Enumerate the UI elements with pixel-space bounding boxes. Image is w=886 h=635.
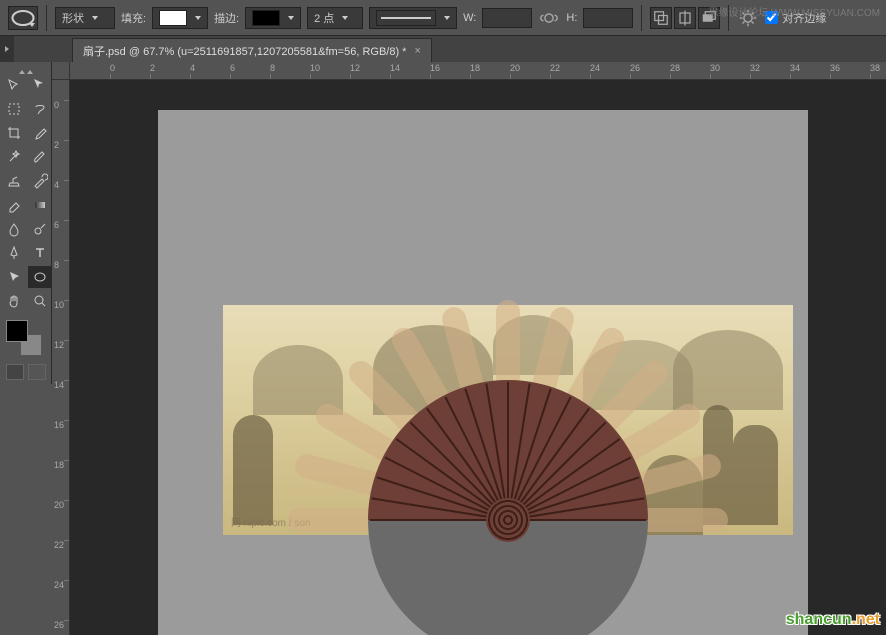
brush-tool[interactable] <box>28 146 52 168</box>
foreground-color-swatch[interactable] <box>6 320 28 342</box>
ellipse-icon <box>9 4 37 32</box>
document-tab-bar: 扇子.psd @ 67.7% (u=2511691857,1207205581&… <box>0 36 886 62</box>
hand-tool[interactable] <box>2 290 26 312</box>
pen-tool[interactable] <box>2 242 26 264</box>
stroke-style-dropdown[interactable] <box>369 7 457 29</box>
toolbox <box>0 62 52 384</box>
shape-mode-label: 形状 <box>62 10 84 26</box>
width-input[interactable] <box>482 8 532 28</box>
watermark-top: 思缘设计论坛 WWW.MISSYUAN.COM <box>708 4 880 19</box>
screenmode-button[interactable] <box>28 364 46 380</box>
watermark-brand: shancun <box>786 611 852 628</box>
ruler-vertical[interactable]: 02468101214161820222426 <box>52 80 70 635</box>
tool-preset-picker[interactable] <box>8 6 38 30</box>
align-icon <box>675 8 695 28</box>
ruler-origin[interactable] <box>52 62 70 80</box>
tab-close-button[interactable]: × <box>414 45 420 57</box>
options-bar: 形状 填充: 描边: 2 点 W: H: 对齐边缘 思缘设计论坛 WWW.MIS… <box>0 0 886 36</box>
history-brush-tool[interactable] <box>28 170 52 192</box>
shape-tool[interactable] <box>28 266 52 288</box>
path-combine-button[interactable] <box>650 7 672 29</box>
watermark-logo: shancun.net <box>786 611 880 629</box>
gradient-tool[interactable] <box>28 194 52 216</box>
dodge-tool[interactable] <box>28 218 52 240</box>
shape-mode-dropdown[interactable]: 形状 <box>55 7 115 29</box>
fill-label: 填充: <box>121 10 146 26</box>
painting-image: 网 nipic.com / son <box>223 305 793 535</box>
stroke-swatch <box>252 10 280 26</box>
eraser-tool[interactable] <box>2 194 26 216</box>
marquee-tool[interactable] <box>2 98 26 120</box>
painting-watermark: 网 nipic.com / son <box>231 514 310 529</box>
clone-stamp-tool[interactable] <box>2 170 26 192</box>
path-select-tool[interactable] <box>2 266 26 288</box>
type-tool[interactable] <box>28 242 52 264</box>
path-align-button[interactable] <box>674 7 696 29</box>
artboard-tool[interactable] <box>28 74 52 96</box>
fill-swatch-dropdown[interactable] <box>152 7 208 29</box>
magic-wand-tool[interactable] <box>2 146 26 168</box>
eyedropper-tool[interactable] <box>28 122 52 144</box>
lasso-tool[interactable] <box>28 98 52 120</box>
quickmask-button[interactable] <box>6 364 24 380</box>
tab-expand-button[interactable] <box>0 36 14 62</box>
blur-tool[interactable] <box>2 218 26 240</box>
stroke-swatch-dropdown[interactable] <box>245 7 301 29</box>
stroke-label: 描边: <box>214 10 239 26</box>
canvas-area[interactable]: 网 nipic.com / son <box>70 80 886 635</box>
artboard: 网 nipic.com / son <box>158 110 808 635</box>
combine-icon <box>651 8 671 28</box>
document-tab-title: 扇子.psd @ 67.7% (u=2511691857,1207205581&… <box>83 43 406 59</box>
ruler-horizontal[interactable]: 02468101214161820222426283032343638 <box>70 62 886 80</box>
workspace: 02468101214161820222426283032343638 0246… <box>52 62 886 635</box>
divider <box>46 5 47 31</box>
color-swatches[interactable] <box>6 320 42 356</box>
stroke-width-dropdown[interactable]: 2 点 <box>307 7 363 29</box>
move-tool[interactable] <box>2 74 26 96</box>
watermark-suffix: .net <box>852 611 880 628</box>
toolbox-collapse[interactable] <box>2 66 49 74</box>
zoom-tool[interactable] <box>28 290 52 312</box>
height-label: H: <box>566 12 577 24</box>
document-tab[interactable]: 扇子.psd @ 67.7% (u=2511691857,1207205581&… <box>72 38 432 62</box>
link-wh-icon[interactable] <box>538 7 560 29</box>
height-input[interactable] <box>583 8 633 28</box>
crop-tool[interactable] <box>2 122 26 144</box>
divider <box>641 5 642 31</box>
width-label: W: <box>463 12 476 24</box>
fill-swatch <box>159 10 187 26</box>
stroke-width-value: 2 点 <box>314 10 334 26</box>
